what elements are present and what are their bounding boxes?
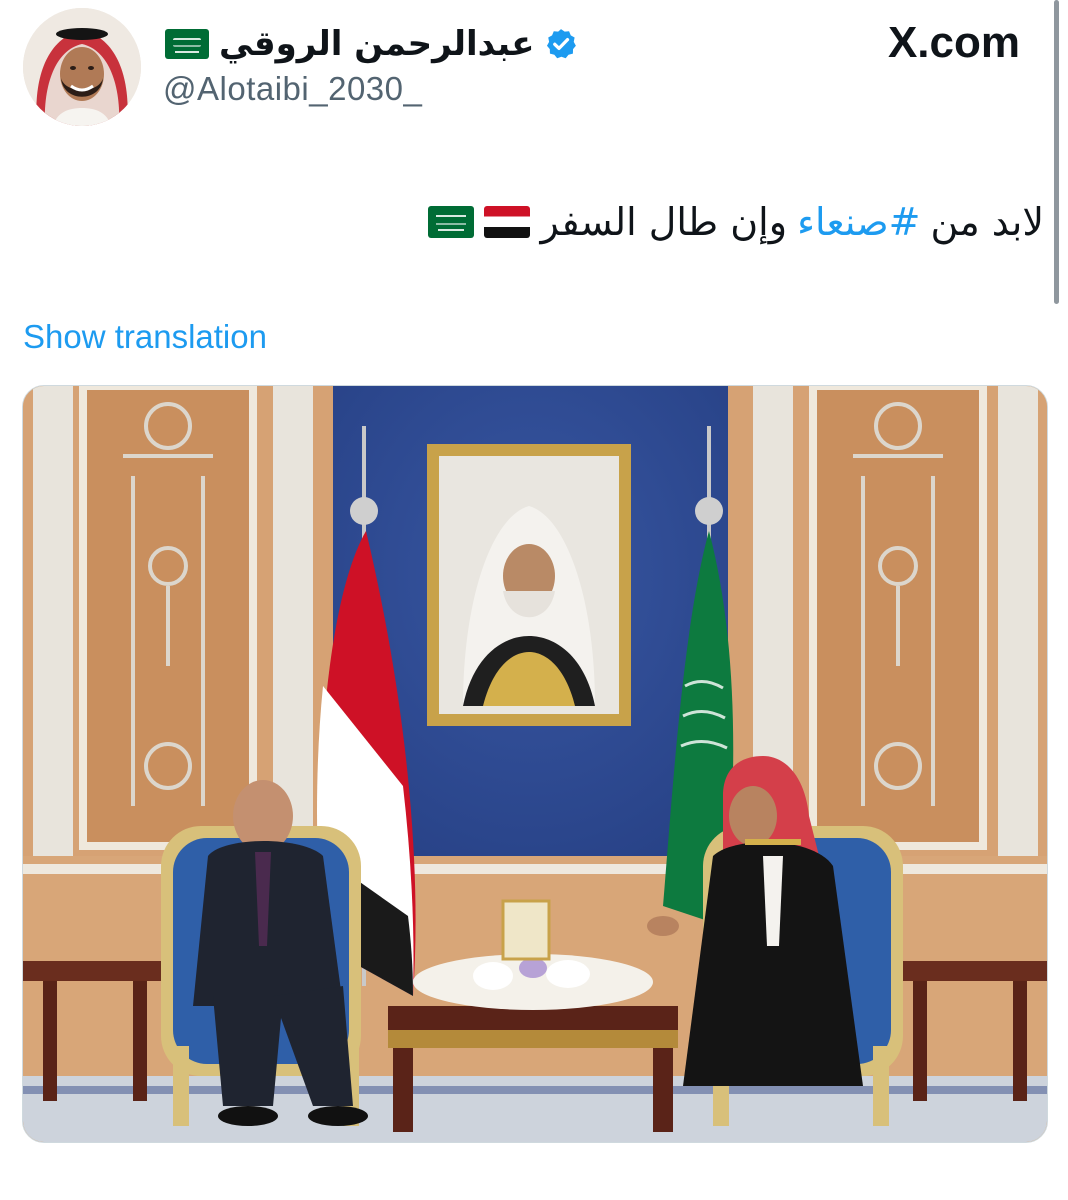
avatar-image bbox=[23, 8, 141, 126]
saudi-flag-icon bbox=[428, 206, 475, 238]
site-label: X.com bbox=[888, 18, 1020, 68]
scrollbar[interactable] bbox=[1054, 0, 1059, 304]
tweet-card: عبدالرحمن الروقي @Alotaibi_2030_ X.com ل… bbox=[0, 0, 1068, 1200]
show-translation-link[interactable]: Show translation bbox=[23, 318, 267, 356]
display-name-row: عبدالرحمن الروقي bbox=[165, 22, 578, 66]
avatar[interactable] bbox=[23, 8, 141, 126]
yemen-flag-icon bbox=[484, 206, 531, 238]
saudi-flag-icon bbox=[165, 29, 209, 59]
tweet-text-before: لابد من bbox=[930, 200, 1044, 244]
photo-scene bbox=[23, 386, 1047, 1142]
tweet-text-after: وإن طال السفر bbox=[540, 200, 788, 244]
site-label-text: X.com bbox=[887, 18, 1020, 67]
tweet-photo[interactable] bbox=[22, 385, 1048, 1143]
tweet-text: لابد من #صنعاء وإن طال السفر bbox=[428, 196, 1044, 248]
hashtag-link[interactable]: #صنعاء bbox=[797, 196, 920, 248]
display-name[interactable]: عبدالرحمن الروقي bbox=[219, 22, 534, 66]
verified-badge-icon bbox=[544, 27, 578, 61]
user-handle[interactable]: @Alotaibi_2030_ bbox=[163, 70, 422, 108]
